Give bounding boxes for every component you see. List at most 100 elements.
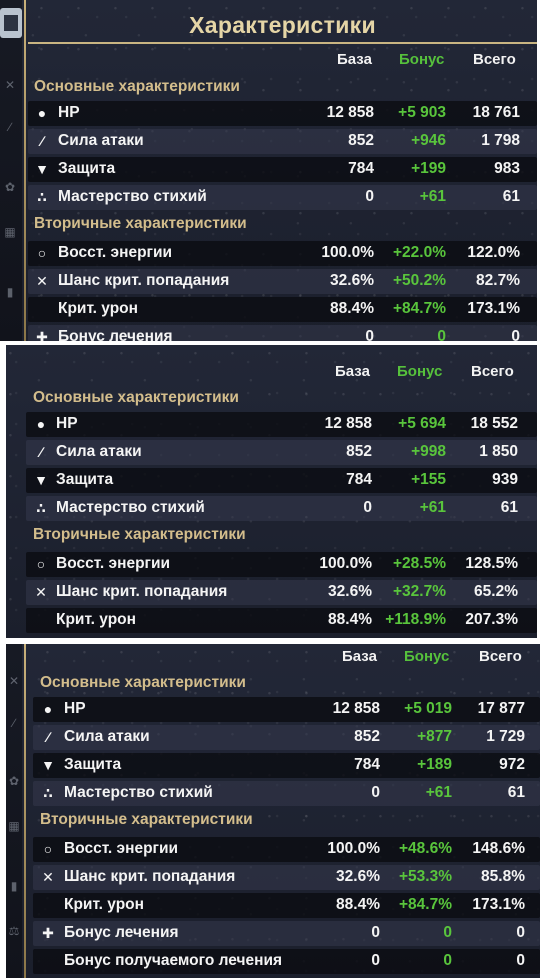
stat-label: Мастерство стихий (58, 188, 207, 205)
energy-recharge-icon: ○ (43, 841, 53, 857)
stat-label: Сила атаки (56, 443, 142, 460)
column-headers: База Бонус Всего (6, 648, 540, 666)
stat-bonus-value: +118.9% (385, 611, 446, 628)
stat-row[interactable]: ✕ Шанс крит. попадания 32.6% +32.7% 65.2% (26, 580, 537, 605)
stat-total-value: 983 (494, 160, 520, 177)
stat-base-value: 88.4% (336, 896, 380, 913)
stat-row[interactable]: ∴ Мастерство стихий 0 +61 61 (26, 496, 537, 521)
stat-total-value: 1 850 (479, 443, 518, 460)
stats-panel-2: База Бонус Всего Основные характеристики… (6, 345, 537, 638)
stat-total-value: 0 (511, 328, 520, 341)
stat-label: Сила атаки (58, 132, 144, 149)
section-main-title: Основные характеристики (40, 674, 246, 691)
weapon-tab-icon[interactable]: ✕ (7, 674, 21, 688)
stats-panel-3: ✕ ∕ ✿ ▦ ▮ ⚖ База Бонус Всего Основные ха… (6, 644, 540, 978)
header-base: База (335, 363, 370, 380)
stat-total-value: 65.2% (474, 583, 518, 600)
stat-bonus-value: 0 (443, 952, 452, 969)
stat-base-value: 852 (346, 443, 372, 460)
stat-total-value: 61 (502, 188, 520, 205)
stat-row[interactable]: ∴ Мастерство стихий 0 +61 61 (33, 781, 540, 806)
weapon-tab-icon[interactable]: ✕ (3, 78, 17, 92)
stat-total-value: 972 (499, 756, 525, 773)
stat-row[interactable]: Бонус получаемого лечения 0 0 0 (33, 949, 540, 974)
stat-row[interactable]: ● HP 12 858 +5 903 18 761 (28, 101, 537, 126)
stat-row[interactable]: Крит. урон 88.4% +118.9% 207.3% (26, 608, 537, 633)
constellation-tab-icon[interactable]: ▦ (7, 819, 21, 833)
stat-total-value: 122.0% (467, 244, 520, 261)
stat-row[interactable]: ∴ Мастерство стихий 0 +61 61 (28, 185, 537, 210)
stat-total-value: 18 761 (472, 104, 520, 121)
stat-row[interactable]: ○ Восст. энергии 100.0% +48.6% 148.6% (33, 837, 540, 862)
stat-base-value: 100.0% (327, 840, 380, 857)
energy-recharge-icon: ○ (36, 556, 46, 572)
stat-base-value: 0 (371, 784, 380, 801)
section-main-title: Основные характеристики (33, 389, 239, 406)
stat-label: Бонус лечения (64, 924, 179, 941)
crit-rate-icon: ✕ (42, 869, 54, 885)
stat-bonus-value: +5 019 (404, 700, 452, 717)
stat-row[interactable]: ✕ Шанс крит. попадания 32.6% +53.3% 85.8% (33, 865, 540, 890)
stat-row[interactable]: ○ Восст. энергии 100.0% +22.0% 122.0% (28, 241, 537, 266)
sword-tab-icon[interactable]: ∕ (3, 120, 17, 134)
header-total: Всего (473, 51, 516, 68)
header-bonus: Бонус (397, 363, 443, 380)
section-secondary-title: Вторичные характеристики (34, 215, 247, 232)
header-base: База (342, 648, 377, 665)
stat-total-value: 207.3% (465, 611, 518, 628)
constellation-tab-icon[interactable]: ▦ (3, 225, 17, 239)
scale-tab-icon[interactable]: ⚖ (7, 924, 21, 938)
stat-base-value: 32.6% (328, 583, 372, 600)
attack-icon: ∕ (39, 444, 43, 460)
stat-label: Бонус получаемого лечения (64, 952, 283, 969)
stat-base-value: 0 (371, 924, 380, 941)
stat-bonus-value: +155 (411, 471, 446, 488)
stat-base-value: 784 (354, 756, 380, 773)
stat-base-value: 32.6% (330, 272, 374, 289)
elemental-mastery-icon: ∴ (37, 189, 47, 205)
stat-row[interactable]: Крит. урон 88.4% +84.7% 173.1% (33, 893, 540, 918)
stat-bonus-value: +50.2% (392, 272, 446, 289)
healing-bonus-icon: ✚ (42, 925, 54, 941)
stat-row[interactable]: ✚ Бонус лечения 0 0 0 (33, 921, 540, 946)
stat-bonus-value: +61 (419, 499, 446, 516)
crit-rate-icon: ✕ (36, 273, 48, 289)
stat-row[interactable]: ▼ Защита 784 +189 972 (33, 753, 540, 778)
stat-row[interactable]: ✕ Шанс крит. попадания 32.6% +50.2% 82.7% (28, 269, 537, 294)
stat-row[interactable]: ∕ Сила атаки 852 +998 1 850 (26, 440, 537, 465)
divider (24, 644, 26, 978)
stat-label: Восст. энергии (64, 840, 179, 857)
title-bar: Характеристики (28, 8, 537, 44)
character-tab-icon[interactable] (0, 8, 22, 38)
stat-total-value: 1 798 (481, 132, 520, 149)
sword-tab-icon[interactable]: ∕ (7, 716, 21, 730)
stat-base-value: 0 (371, 952, 380, 969)
flower-tab-icon[interactable]: ✿ (7, 774, 21, 788)
stat-row[interactable]: Крит. урон 88.4% +84.7% 173.1% (28, 297, 537, 322)
energy-recharge-icon: ○ (37, 245, 47, 261)
stat-row[interactable]: ∕ Сила атаки 852 +877 1 729 (33, 725, 540, 750)
section-main-title: Основные характеристики (34, 78, 240, 95)
stat-label: Восст. энергии (58, 244, 173, 261)
stat-row[interactable]: ▼ Защита 784 +155 939 (26, 468, 537, 493)
stat-row[interactable]: ✚ Бонус лечения 0 0 0 (28, 325, 537, 341)
stat-label: Защита (58, 160, 116, 177)
stat-row[interactable]: ● HP 12 858 +5 694 18 552 (26, 412, 537, 437)
talent-tab-icon[interactable]: ▮ (3, 285, 17, 299)
header-bonus: Бонус (399, 51, 445, 68)
stat-base-value: 0 (363, 499, 372, 516)
stat-total-value: 939 (492, 471, 518, 488)
stat-total-value: 128.5% (465, 555, 518, 572)
stat-bonus-value: +22.0% (392, 244, 446, 261)
stat-row[interactable]: ○ Восст. энергии 100.0% +28.5% 128.5% (26, 552, 537, 577)
stat-row[interactable]: ∕ Сила атаки 852 +946 1 798 (28, 129, 537, 154)
elemental-mastery-icon: ∴ (36, 500, 46, 516)
stat-row[interactable]: ● HP 12 858 +5 019 17 877 (33, 697, 540, 722)
stat-base-value: 852 (348, 132, 374, 149)
flower-tab-icon[interactable]: ✿ (3, 180, 17, 194)
stat-label: Восст. энергии (56, 555, 171, 572)
stat-row[interactable]: ▼ Защита 784 +199 983 (28, 157, 537, 182)
stat-label: Мастерство стихий (56, 499, 205, 516)
talent-tab-icon[interactable]: ▮ (7, 879, 21, 893)
stat-bonus-value: +189 (417, 756, 452, 773)
